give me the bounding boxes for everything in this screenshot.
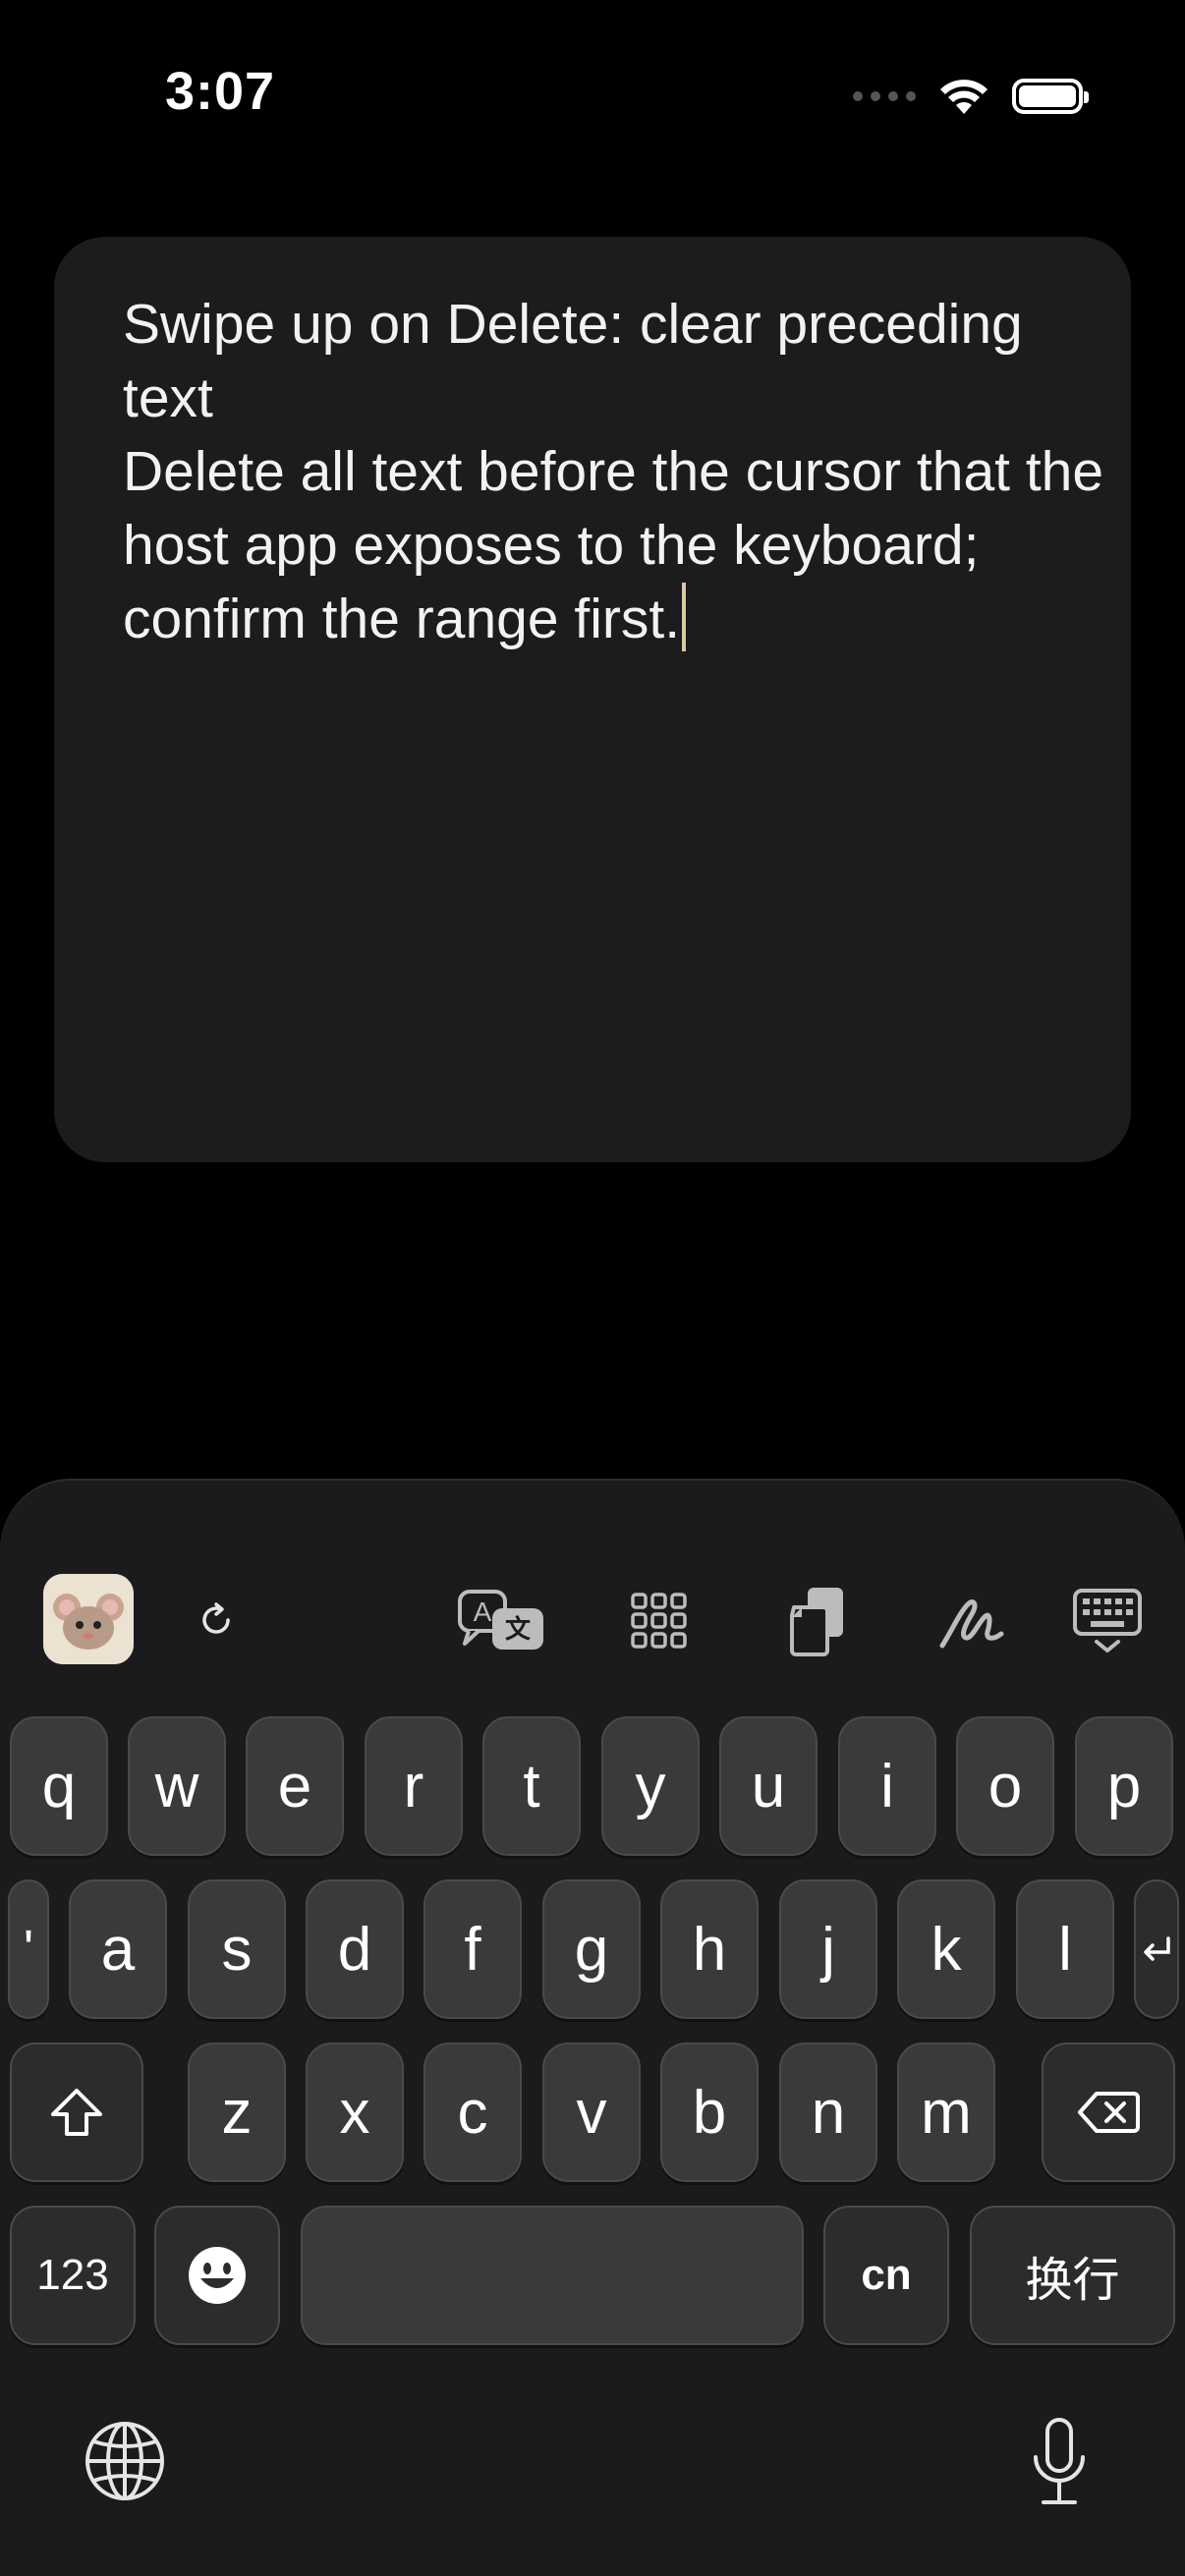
emoji-key[interactable] — [154, 2206, 280, 2345]
handwriting-icon[interactable] — [938, 1591, 1007, 1653]
shift-icon — [51, 2089, 102, 2136]
globe-icon[interactable] — [81, 2417, 169, 2505]
keyboard: A 文 q w e r t y u i o p ' a s d f g h j … — [0, 1479, 1185, 2576]
clipboard-icon[interactable] — [786, 1584, 849, 1658]
cellular-signal-icon — [853, 91, 916, 101]
wifi-icon — [940, 80, 988, 114]
battery-icon — [1012, 79, 1089, 114]
key-q[interactable]: q — [10, 1716, 108, 1856]
key-v[interactable]: v — [542, 2043, 641, 2182]
key-o[interactable]: o — [956, 1716, 1054, 1856]
return-key[interactable]: 换行 — [970, 2206, 1175, 2345]
key-b[interactable]: b — [660, 2043, 759, 2182]
key-g[interactable]: g — [542, 1879, 641, 2019]
note-text-area[interactable]: Swipe up on Delete: clear preceding text… — [54, 237, 1131, 1162]
note-text-content: Swipe up on Delete: clear preceding text… — [123, 288, 1105, 656]
key-k[interactable]: k — [897, 1879, 995, 2019]
key-h[interactable]: h — [660, 1879, 759, 2019]
key-x[interactable]: x — [306, 2043, 404, 2182]
key-f[interactable]: f — [423, 1879, 522, 2019]
key-z[interactable]: z — [188, 2043, 286, 2182]
key-t[interactable]: t — [482, 1716, 581, 1856]
key-apostrophe[interactable]: ' — [8, 1879, 49, 2019]
note-text-body: Swipe up on Delete: clear preceding text… — [123, 293, 1104, 650]
microphone-icon[interactable] — [1022, 2414, 1097, 2512]
numbers-key[interactable]: 123 — [10, 2206, 136, 2345]
key-e[interactable]: e — [246, 1716, 344, 1856]
key-l[interactable]: l — [1016, 1879, 1114, 2019]
language-key[interactable]: cn — [823, 2206, 949, 2345]
key-p[interactable]: p — [1075, 1716, 1173, 1856]
translate-icon[interactable]: A 文 — [457, 1589, 547, 1655]
key-w[interactable]: w — [128, 1716, 226, 1856]
key-s[interactable]: s — [188, 1879, 286, 2019]
refresh-icon[interactable] — [192, 1596, 241, 1645]
key-d[interactable]: d — [306, 1879, 404, 2019]
return-key-small[interactable] — [1134, 1879, 1179, 2019]
key-i[interactable]: i — [838, 1716, 936, 1856]
delete-key[interactable] — [1042, 2043, 1175, 2182]
key-m[interactable]: m — [897, 2043, 995, 2182]
key-r[interactable]: r — [365, 1716, 463, 1856]
key-u[interactable]: u — [719, 1716, 818, 1856]
svg-text:A: A — [474, 1596, 492, 1627]
status-indicators — [853, 71, 1089, 122]
space-key[interactable] — [301, 2206, 804, 2345]
key-j[interactable]: j — [779, 1879, 877, 2019]
keyboard-hide-icon[interactable] — [1071, 1587, 1144, 1655]
screen: 3:07 Swipe up on Delete: clear preceding… — [0, 0, 1185, 2576]
key-c[interactable]: c — [423, 2043, 522, 2182]
emoji-icon — [189, 2247, 246, 2304]
svg-text:文: 文 — [505, 1614, 532, 1645]
key-y[interactable]: y — [601, 1716, 700, 1856]
status-time: 3:07 — [165, 62, 276, 121]
grid-icon[interactable] — [629, 1591, 690, 1652]
shift-key[interactable] — [10, 2043, 143, 2182]
key-a[interactable]: a — [69, 1879, 167, 2019]
key-n[interactable]: n — [779, 2043, 877, 2182]
text-cursor — [682, 583, 687, 651]
return-icon — [1144, 1936, 1170, 1961]
app-icon[interactable] — [43, 1574, 134, 1664]
delete-icon — [1078, 2092, 1140, 2133]
